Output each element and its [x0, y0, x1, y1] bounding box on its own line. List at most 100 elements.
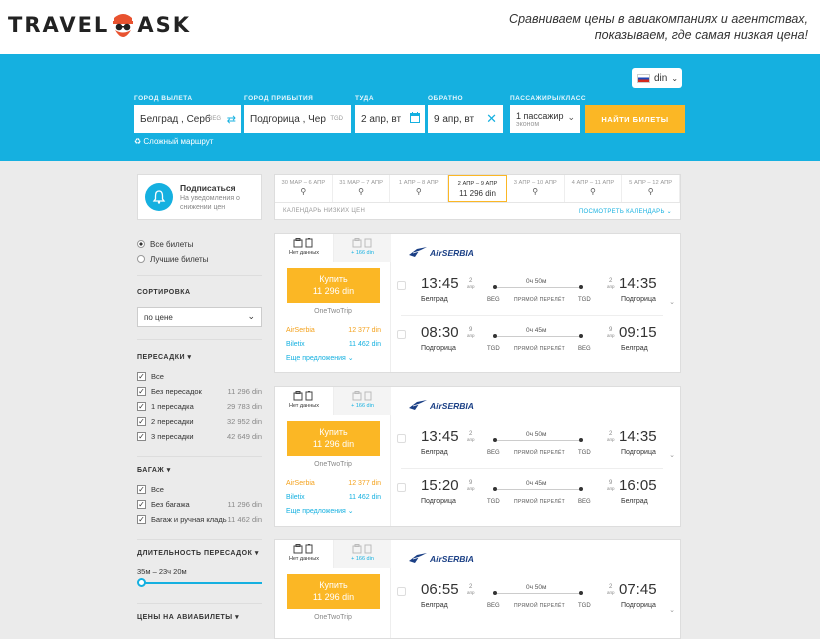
checkbox-checked-icon: ✓	[137, 515, 146, 524]
baggage-tab-none[interactable]: Нет данных	[275, 540, 333, 568]
see-calendar-link[interactable]: ПОСМОТРЕТЬ КАЛЕНДАРЬ ⌄	[579, 208, 672, 215]
baggage-tab-none[interactable]: Нет данных	[275, 234, 333, 262]
filter-label: Все	[151, 485, 164, 494]
offer-row[interactable]: AirSerbia 12 377 din	[286, 480, 381, 487]
route-end-dot	[579, 334, 583, 338]
prices-title[interactable]: ЦЕНЫ НА АВИАБИЛЕТЫ ▾	[137, 613, 239, 621]
chevron-down-icon: ⌄	[567, 112, 575, 122]
baggage-tab-none[interactable]: Нет данных	[275, 387, 333, 415]
buy-button[interactable]: Купить 11 296 din	[287, 574, 380, 609]
departure-date: 9 апр	[467, 327, 474, 339]
segment-select-checkbox[interactable]	[397, 281, 406, 290]
search-icon: ⚲	[590, 187, 596, 196]
best-tickets-label: Лучшие билеты	[150, 254, 209, 264]
expand-chevron-icon[interactable]: ⌄	[669, 451, 675, 459]
flight-duration: 0ч 45м	[526, 480, 547, 487]
more-offers-link[interactable]: Еще предложения ⌄	[286, 507, 354, 515]
calendar-cell[interactable]: 3 АПР – 10 АПР ⚲	[507, 175, 565, 202]
filter-checkbox[interactable]: ✓ Все	[137, 369, 262, 384]
to-code: TGD	[330, 116, 343, 122]
buy-button[interactable]: Купить 11 296 din	[287, 421, 380, 456]
offer-row[interactable]: Biletix 11 462 din	[286, 341, 381, 348]
arrival-month: апр	[607, 333, 615, 338]
caret-down-icon: ▾	[187, 354, 192, 361]
route-end-dot	[579, 591, 583, 595]
duration-title[interactable]: ДЛИТЕЛЬНОСТЬ ПЕРЕСАДОК ▾	[137, 549, 259, 557]
baggage-tab-label: Нет данных	[289, 250, 319, 256]
baggage-tab-included[interactable]: + 166 din	[333, 387, 391, 415]
stops-title[interactable]: ПЕРЕСАДКИ ▾	[137, 353, 192, 361]
see-calendar-label: ПОСМОТРЕТЬ КАЛЕНДАРЬ	[578, 209, 665, 215]
calendar-cell[interactable]: 30 МАР – 6 АПР ⚲	[275, 175, 333, 202]
baggage-list: ✓ Все ✓ Без багажа 11 296 din ✓ Багаж и ручная…	[137, 482, 262, 527]
segment-select-checkbox[interactable]	[397, 434, 406, 443]
segment-select-checkbox[interactable]	[397, 330, 406, 339]
find-tickets-button[interactable]: НАЙТИ БИЛЕТЫ	[585, 105, 685, 133]
to-input[interactable]: Подгорица , Чер TGD	[244, 105, 351, 133]
airline-bird-icon	[409, 400, 427, 412]
flight-segment[interactable]: 06:55 2 апр Белград BEG 0ч 50м ПРЯМОЙ ПЕРЕЛЁТ T…	[391, 580, 667, 614]
depart-input[interactable]: 2 апр, вт	[355, 105, 425, 133]
calendar-cell[interactable]: 2 АПР – 9 АПР 11 296 din	[448, 175, 507, 202]
expand-chevron-icon[interactable]: ⌄	[669, 606, 675, 614]
arrival-code: TGD	[578, 450, 591, 456]
radio-best-tickets[interactable]: Лучшие билеты	[137, 252, 208, 266]
offer-row[interactable]: AirSerbia 12 377 din	[286, 327, 381, 334]
calendar-cell[interactable]: 4 АПР – 11 АПР ⚲	[565, 175, 623, 202]
currency-select[interactable]: din ⌄	[632, 68, 682, 88]
calendar-cell[interactable]: 5 АПР – 12 АПР ⚲	[622, 175, 681, 202]
checkbox-checked-icon: ✓	[137, 500, 146, 509]
airline-name: AirSERBIA	[430, 401, 474, 411]
filter-checkbox[interactable]: ✓ Без пересадок 11 296 din	[137, 384, 262, 399]
sort-select[interactable]: по цене ⌄	[137, 307, 262, 327]
logo[interactable]: TRAVEL ASK	[8, 10, 191, 40]
suitcase-icon	[275, 544, 333, 556]
more-offers-link[interactable]: Еще предложения ⌄	[286, 354, 354, 362]
duration-slider-track[interactable]	[141, 582, 262, 584]
pax-select[interactable]: 1 пассажир эконом ⌄	[510, 105, 580, 133]
calendar-cell-label: 1 АПР – 8 АПР	[398, 180, 439, 186]
flight-segment[interactable]: 13:45 2 апр Белград BEG 0ч 50м ПРЯМОЙ ПЕРЕЛЁТ T…	[391, 274, 667, 308]
return-input[interactable]: 9 апр, вт ✕	[428, 105, 503, 133]
departure-time: 13:45	[421, 275, 459, 292]
departure-time: 13:45	[421, 428, 459, 445]
airline-name: AirSERBIA	[430, 248, 474, 258]
direct-flight-label: ПРЯМОЙ ПЕРЕЛЁТ	[514, 603, 565, 609]
filter-label: 1 пересадка	[151, 402, 194, 411]
departure-month: апр	[467, 486, 475, 491]
baggage-tab-included[interactable]: + 166 din	[333, 234, 391, 262]
expand-chevron-icon[interactable]: ⌄	[669, 298, 675, 306]
calendar-cell[interactable]: 1 АПР – 8 АПР ⚲	[390, 175, 449, 202]
clear-icon[interactable]: ✕	[486, 111, 497, 127]
filter-checkbox[interactable]: ✓ 3 пересадки 42 649 din	[137, 429, 262, 444]
calendar-cells: 30 МАР – 6 АПР ⚲ 31 МАР – 7 АПР ⚲ 1 АПР – 8 …	[275, 175, 681, 203]
divider	[137, 603, 262, 604]
segment-select-checkbox[interactable]	[397, 587, 406, 596]
from-input[interactable]: Белград , Серб BEG ⇄	[134, 105, 241, 133]
baggage-tab-label: Нет данных	[289, 556, 319, 562]
buy-price: 11 296 din	[312, 592, 355, 602]
radio-all-tickets[interactable]: Все билеты	[137, 237, 193, 251]
filter-checkbox[interactable]: ✓ 2 пересадки 32 952 din	[137, 414, 262, 429]
calendar-cell[interactable]: 31 МАР – 7 АПР ⚲	[333, 175, 391, 202]
flight-duration: 0ч 50м	[526, 278, 547, 285]
filter-checkbox[interactable]: ✓ 1 пересадка 29 783 din	[137, 399, 262, 414]
filter-checkbox[interactable]: ✓ Без багажа 11 296 din	[137, 497, 262, 512]
logo-right-text: ASK	[137, 13, 191, 37]
flight-segment[interactable]: 13:45 2 апр Белград BEG 0ч 50м ПРЯМОЙ ПЕРЕЛЁТ T…	[391, 427, 667, 461]
swap-icon[interactable]: ⇄	[227, 113, 236, 126]
segment-select-checkbox[interactable]	[397, 483, 406, 492]
complex-route-link[interactable]: ♻ Сложный маршрут	[134, 137, 213, 146]
baggage-title[interactable]: БАГАЖ ▾	[137, 466, 171, 474]
offer-agency: AirSerbia	[286, 480, 315, 487]
filter-checkbox[interactable]: ✓ Багаж и ручная кладь 11 462 din	[137, 512, 262, 527]
slider-handle[interactable]	[137, 578, 146, 587]
offer-row[interactable]: Biletix 11 462 din	[286, 494, 381, 501]
buy-button[interactable]: Купить 11 296 din	[287, 268, 380, 303]
flight-segment[interactable]: 15:20 9 апр Подгорица TGD 0ч 45м ПРЯМОЙ ПЕРЕЛЁ…	[391, 476, 667, 510]
flight-segment[interactable]: 08:30 9 апр Подгорица TGD 0ч 45м ПРЯМОЙ ПЕРЕЛЁ…	[391, 323, 667, 357]
filter-checkbox[interactable]: ✓ Все	[137, 482, 262, 497]
subscribe-box[interactable]: Подписаться На уведомления о снижении це…	[137, 174, 262, 220]
search-icon: ⚲	[415, 187, 422, 196]
baggage-tab-included[interactable]: + 166 din	[333, 540, 391, 568]
